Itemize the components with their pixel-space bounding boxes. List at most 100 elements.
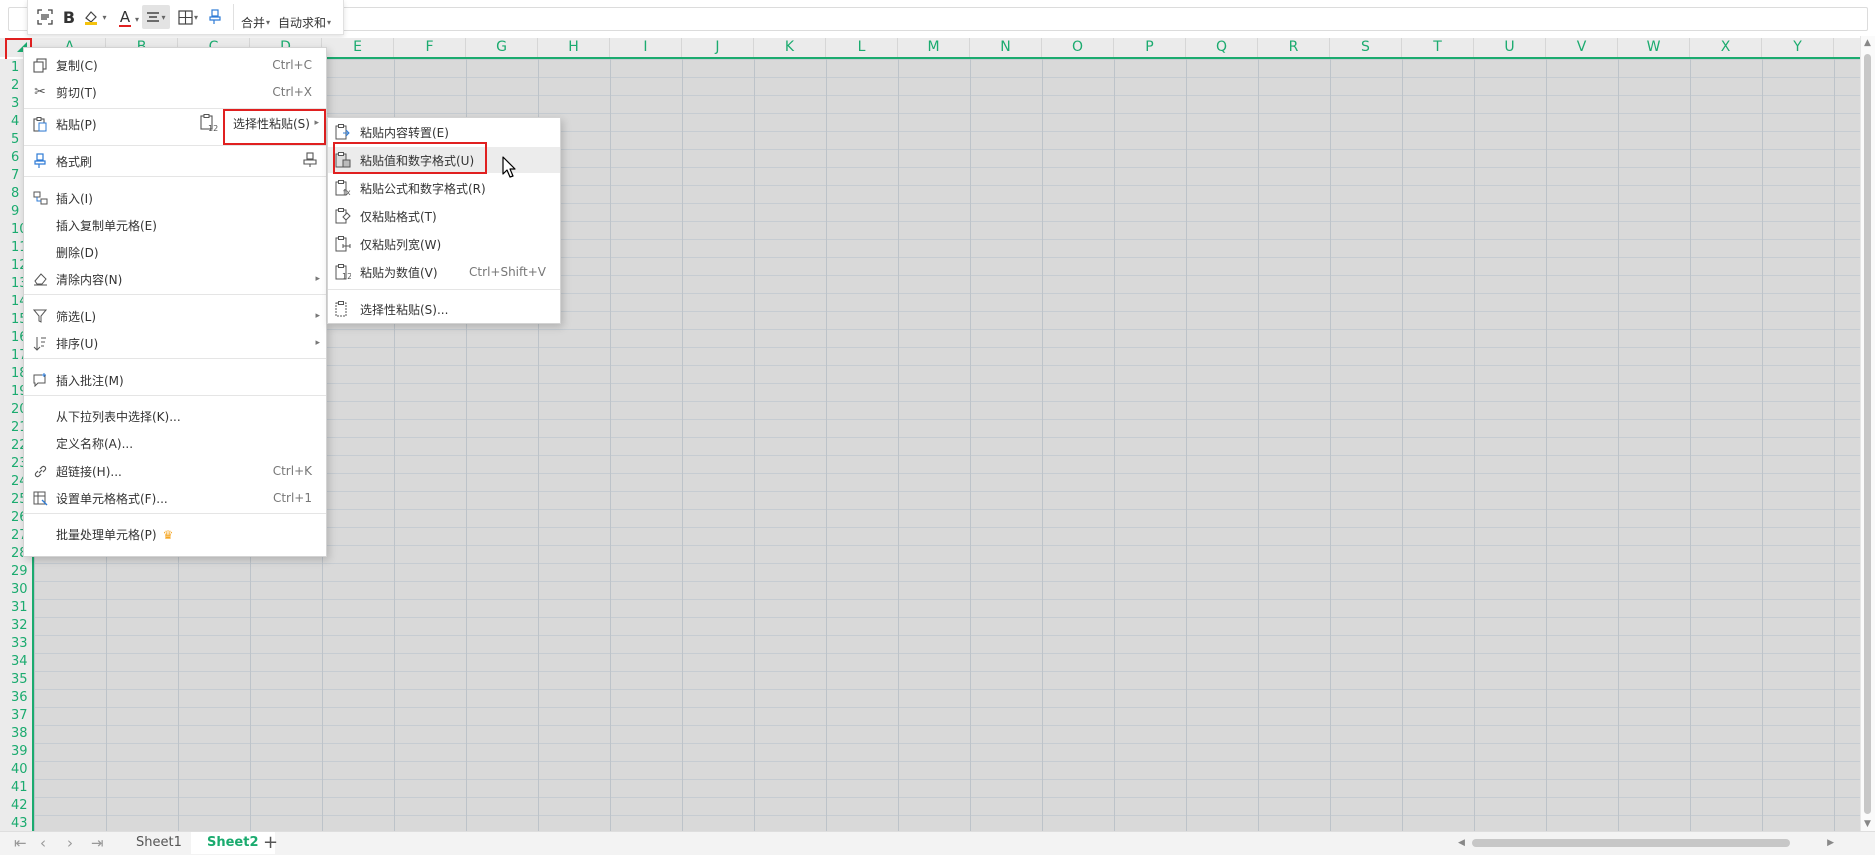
last-sheet-icon[interactable]: ⇥	[91, 834, 104, 852]
menu-item-filter[interactable]: 筛选(L) ▸	[24, 303, 326, 329]
format-painter-side-icon[interactable]	[302, 151, 320, 171]
vertical-scroll-thumb[interactable]	[1864, 54, 1871, 814]
svg-text:fx: fx	[343, 188, 351, 196]
menu-label: 批量处理单元格(P)	[56, 527, 157, 542]
menu-shortcut: Ctrl+X	[272, 85, 312, 99]
scroll-up-icon[interactable]: ▲	[1864, 38, 1871, 48]
paste-values-icon[interactable]: 12	[200, 114, 218, 135]
column-header-cell[interactable]: N	[970, 38, 1042, 57]
font-color-button[interactable]: A ▾	[112, 5, 139, 29]
submenu-label: 粘贴为数值(V)	[360, 265, 438, 280]
menu-divider	[24, 358, 326, 359]
row-header-cell[interactable]: 38	[0, 725, 32, 743]
autosum-button[interactable]: 自动求和 ▾	[276, 5, 333, 30]
column-header-cell[interactable]: W	[1618, 38, 1690, 57]
submenu-item-paste-special-dialog[interactable]: 选择性粘贴(S)...	[328, 296, 560, 322]
scroll-left-icon[interactable]: ◀	[1458, 838, 1465, 848]
submenu-item-paste-formats-only[interactable]: 仅粘贴格式(T)	[328, 203, 560, 229]
scroll-down-icon[interactable]: ▼	[1864, 819, 1871, 829]
insert-icon	[31, 189, 49, 207]
fill-color-button[interactable]: ▾	[82, 5, 108, 29]
horizontal-scroll-thumb[interactable]	[1472, 839, 1790, 847]
menu-item-paste[interactable]: 粘贴(P)	[24, 111, 194, 137]
row-header-cell[interactable]: 40	[0, 761, 32, 779]
align-button[interactable]: ▾	[142, 5, 170, 29]
scroll-right-icon[interactable]: ▶	[1827, 838, 1834, 848]
autosum-label: 自动求和	[278, 15, 327, 30]
column-header-cell[interactable]: F	[394, 38, 466, 57]
menu-item-clear-contents[interactable]: 清除内容(N) ▸	[24, 266, 326, 292]
row-header-cell[interactable]: 29	[0, 563, 32, 581]
column-header-cell[interactable]: G	[466, 38, 538, 57]
row-header-cell[interactable]: 41	[0, 779, 32, 797]
menu-item-hyperlink[interactable]: 超链接(H)... Ctrl+K	[24, 458, 326, 484]
menu-item-insert-copied-cells[interactable]: 插入复制单元格(E)	[24, 212, 326, 238]
column-header-cell[interactable]: M	[898, 38, 970, 57]
row-header-cell[interactable]: 30	[0, 581, 32, 599]
column-header-cell[interactable]: E	[322, 38, 394, 57]
row-header-cell[interactable]: 35	[0, 671, 32, 689]
row-header-cell[interactable]: 32	[0, 617, 32, 635]
row-header-cell[interactable]: 37	[0, 707, 32, 725]
paste-special-highlight	[223, 109, 326, 145]
column-header-cell[interactable]: R	[1258, 38, 1330, 57]
menu-label: 从下拉列表中选择(K)...	[56, 409, 181, 424]
menu-item-cut[interactable]: ✂ 剪切(T) Ctrl+X	[24, 79, 326, 105]
format-painter-icon[interactable]	[206, 5, 224, 29]
paste-special-submenu: 粘贴内容转置(E) 粘贴值和数字格式(U) fx 粘贴公式和数字格式(R) 仅粘…	[327, 117, 561, 324]
first-sheet-icon[interactable]: ⇤	[14, 834, 27, 852]
menu-item-sort[interactable]: 排序(U) ▸	[24, 330, 326, 356]
column-header-cell[interactable]: I	[610, 38, 682, 57]
row-header-cell[interactable]: 33	[0, 635, 32, 653]
link-icon	[31, 462, 49, 480]
menu-label: 插入(I)	[56, 191, 93, 206]
merge-button[interactable]: 合并 ▾	[239, 5, 272, 30]
menu-item-delete[interactable]: 删除(D)	[24, 239, 326, 265]
menu-item-format-cells[interactable]: 设置单元格格式(F)... Ctrl+1	[24, 485, 326, 511]
column-header-cell[interactable]: Q	[1186, 38, 1258, 57]
row-header-cell[interactable]: 36	[0, 689, 32, 707]
menu-item-batch-process[interactable]: 批量处理单元格(P) ♛	[24, 521, 326, 547]
row-header-cell[interactable]: 39	[0, 743, 32, 761]
column-header-cell[interactable]: O	[1042, 38, 1114, 57]
format-cells-icon	[31, 489, 49, 507]
row-header-cell[interactable]: 31	[0, 599, 32, 617]
column-header-cell[interactable]: X	[1690, 38, 1762, 57]
column-header-cell[interactable]: V	[1546, 38, 1618, 57]
border-button[interactable]: ▾	[174, 5, 202, 29]
menu-item-insert-comment[interactable]: 插入批注(M)	[24, 367, 326, 393]
menu-label: 筛选(L)	[56, 309, 97, 324]
add-sheet-icon[interactable]: +	[263, 832, 278, 854]
vertical-scrollbar[interactable]: ▲ ▼	[1860, 36, 1875, 831]
column-header-cell[interactable]: T	[1402, 38, 1474, 57]
column-header-cell[interactable]: J	[682, 38, 754, 57]
submenu-arrow-icon: ▸	[315, 274, 320, 284]
next-sheet-icon[interactable]: ›	[67, 834, 73, 852]
submenu-item-paste-as-values[interactable]: 12 粘贴为数值(V) Ctrl+Shift+V	[328, 259, 560, 285]
ocr-icon[interactable]	[34, 5, 56, 29]
column-header-cell[interactable]: L	[826, 38, 898, 57]
submenu-item-paste-formulas-number-formats[interactable]: fx 粘贴公式和数字格式(R)	[328, 175, 560, 201]
merge-label: 合并	[241, 15, 266, 30]
paste-values-highlight	[333, 142, 487, 174]
column-header-cell[interactable]: S	[1330, 38, 1402, 57]
sheet-tab-sheet2[interactable]: Sheet2	[191, 832, 275, 854]
column-header-cell[interactable]: Y	[1762, 38, 1834, 57]
prev-sheet-icon[interactable]: ‹	[40, 834, 46, 852]
horizontal-scrollbar[interactable]: ◀ ▶	[1456, 836, 1836, 850]
column-header-cell[interactable]: K	[754, 38, 826, 57]
column-header-cell[interactable]: U	[1474, 38, 1546, 57]
bold-button[interactable]: B	[60, 5, 78, 29]
menu-item-define-name[interactable]: 定义名称(A)...	[24, 430, 326, 456]
sheet-tab-sheet1[interactable]: Sheet1	[120, 832, 198, 854]
menu-item-copy[interactable]: 复制(C) Ctrl+C	[24, 52, 326, 78]
row-header-cell[interactable]: 34	[0, 653, 32, 671]
menu-item-format-painter[interactable]: 格式刷	[24, 148, 326, 174]
menu-item-insert[interactable]: 插入(I)	[24, 185, 326, 211]
column-header-cell[interactable]: P	[1114, 38, 1186, 57]
submenu-item-paste-column-widths[interactable]: 仅粘贴列宽(W)	[328, 231, 560, 257]
menu-item-pick-from-list[interactable]: 从下拉列表中选择(K)...	[24, 403, 326, 429]
row-header-cell[interactable]: 42	[0, 797, 32, 815]
column-header-cell[interactable]: H	[538, 38, 610, 57]
menu-label: 定义名称(A)...	[56, 436, 134, 451]
